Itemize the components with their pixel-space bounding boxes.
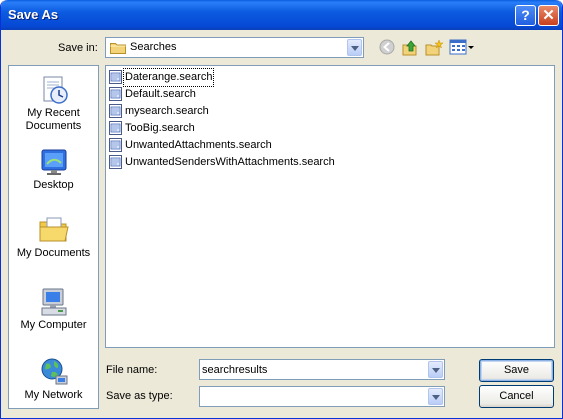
cancel-button[interactable]: Cancel <box>479 385 554 408</box>
save-as-dialog: Save As ? ✕ Save in: Searches My Recent … <box>0 0 563 419</box>
place-desktop[interactable]: Desktop <box>9 146 98 192</box>
recent-documents-icon <box>43 76 68 104</box>
chevron-down-icon[interactable] <box>347 39 362 56</box>
close-button[interactable]: ✕ <box>538 5 559 26</box>
place-my-network[interactable]: My Network <box>9 356 98 402</box>
place-my-computer[interactable]: My Computer <box>9 286 98 332</box>
window-title: Save As <box>8 7 59 22</box>
my-network-icon <box>41 358 67 385</box>
chevron-down-icon[interactable] <box>428 388 443 405</box>
folder-icon <box>110 43 126 54</box>
new-folder-icon[interactable] <box>425 39 443 56</box>
file-name: UnwantedAttachments.search <box>125 139 272 151</box>
search-file-icon <box>109 138 122 152</box>
file-name: mysearch.search <box>125 105 209 117</box>
search-file-icon <box>109 87 122 101</box>
place-my-documents[interactable]: My Documents <box>9 214 98 260</box>
search-file-icon <box>109 121 122 135</box>
file-name-label: File name: <box>106 364 158 376</box>
save-button[interactable]: Save <box>479 359 554 382</box>
place-label: My Computer <box>20 319 87 331</box>
place-label: My Recent Documents <box>25 107 82 132</box>
up-folder-icon[interactable] <box>402 39 419 56</box>
place-my-recent-documents[interactable]: My Recent Documents <box>9 74 98 133</box>
search-file-icon <box>109 70 122 84</box>
close-icon: ✕ <box>542 7 555 24</box>
search-file-icon <box>109 155 122 169</box>
my-computer-icon <box>41 288 66 316</box>
place-label: Desktop <box>33 179 74 191</box>
places-bar: My Recent Documents Desktop My Documents <box>8 65 99 409</box>
save-as-type-dropdown[interactable] <box>199 386 445 407</box>
save-in-label: Save in: <box>58 42 98 54</box>
file-name: Default.search <box>125 88 196 100</box>
file-name-input[interactable] <box>202 362 422 377</box>
chevron-down-icon[interactable] <box>428 361 443 378</box>
save-as-type-label: Save as type: <box>106 390 173 402</box>
save-in-dropdown[interactable]: Searches <box>105 37 364 58</box>
file-name: UnwantedSendersWithAttachments.search <box>125 156 335 168</box>
search-file-icon <box>109 104 122 118</box>
question-icon: ? <box>521 7 530 23</box>
file-list[interactable]: Daterange.search Default.search mysearch… <box>105 65 555 348</box>
back-icon[interactable] <box>379 39 395 55</box>
title-bar[interactable]: Save As ? ✕ <box>1 0 562 30</box>
help-button[interactable]: ? <box>515 5 536 26</box>
file-name: TooBig.search <box>125 122 195 134</box>
file-name-field[interactable] <box>199 359 445 380</box>
place-label: My Documents <box>16 247 91 259</box>
my-documents-icon <box>39 217 69 242</box>
views-menu-icon[interactable] <box>449 39 475 55</box>
desktop-icon <box>41 149 66 175</box>
current-folder-name: Searches <box>130 41 177 53</box>
file-name: Daterange.search <box>122 68 215 87</box>
place-label: My Network <box>24 389 83 401</box>
